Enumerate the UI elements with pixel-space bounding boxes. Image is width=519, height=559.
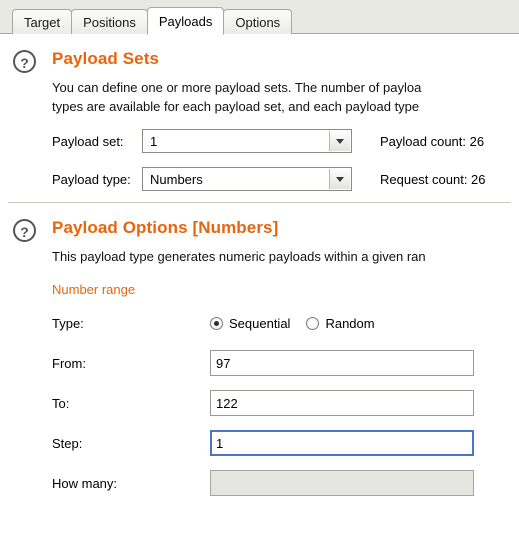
tab-payloads-label: Payloads (158, 14, 213, 29)
payload-sets-description-line1: You can define one or more payload sets.… (52, 80, 422, 95)
help-icon[interactable]: ? (13, 219, 36, 242)
tab-target-label: Target (24, 15, 61, 30)
burp-intruder-payloads-panel: Target Positions Payloads Options ? Payl… (0, 0, 519, 559)
request-count-label: Request count: 26 (380, 171, 486, 187)
payload-set-value: 1 (150, 133, 158, 149)
to-label: To: (52, 395, 70, 411)
payload-sets-section: ? Payload Sets You can define one or mor… (0, 34, 519, 192)
payload-type-value: Numbers (150, 171, 203, 187)
step-row: Step: (52, 429, 513, 457)
radio-sequential-label: Sequential (229, 315, 291, 331)
how-many-row: How many: (52, 469, 513, 497)
payload-sets-description-line2: types are available for each payload set… (52, 99, 420, 114)
payload-options-description: This payload type generates numeric payl… (52, 249, 426, 264)
payload-options-section: ? Payload Options [Numbers] This payload… (0, 203, 519, 497)
to-input[interactable] (210, 390, 474, 416)
payload-sets-title: Payload Sets (52, 49, 160, 68)
how-many-label: How many: (52, 475, 118, 491)
to-row: To: (52, 389, 513, 417)
tab-positions[interactable]: Positions (71, 9, 148, 34)
type-label: Type: (52, 315, 84, 331)
tab-payloads[interactable]: Payloads (146, 7, 225, 35)
payload-set-row: Payload set: 1 Payload count: 26 (52, 128, 513, 154)
payload-sets-body: You can define one or more payload sets.… (52, 78, 519, 192)
from-label: From: (52, 355, 86, 371)
tab-strip: Target Positions Payloads Options (0, 0, 519, 35)
tab-options-label: Options (235, 15, 281, 30)
chevron-down-icon[interactable] (329, 169, 350, 189)
type-radio-group: Sequential Random (210, 316, 391, 331)
payload-type-row: Payload type: Numbers Request count: 26 (52, 166, 513, 192)
payload-set-label: Payload set: (52, 133, 124, 149)
payload-set-dropdown[interactable]: 1 (142, 129, 352, 153)
from-input[interactable] (210, 350, 474, 376)
type-row: Type: Sequential Random (52, 309, 513, 337)
from-row: From: (52, 349, 513, 377)
step-label: Step: (52, 435, 83, 451)
help-icon[interactable]: ? (13, 50, 36, 73)
radio-random-label: Random (325, 315, 375, 331)
radio-sequential[interactable] (210, 316, 223, 330)
tab-target[interactable]: Target (12, 9, 73, 34)
how-many-input (210, 470, 474, 496)
step-input[interactable] (210, 430, 474, 456)
payload-count-label: Payload count: 26 (380, 133, 485, 149)
number-range-label: Number range (52, 282, 136, 297)
radio-random[interactable] (306, 316, 320, 330)
payload-options-title: Payload Options [Numbers] (52, 218, 279, 237)
payload-options-body: This payload type generates numeric payl… (52, 247, 519, 497)
chevron-down-icon[interactable] (329, 131, 350, 151)
payload-type-dropdown[interactable]: Numbers (142, 167, 352, 191)
tab-options[interactable]: Options (223, 9, 293, 34)
payload-type-label: Payload type: (52, 171, 131, 187)
tab-positions-label: Positions (83, 15, 136, 30)
